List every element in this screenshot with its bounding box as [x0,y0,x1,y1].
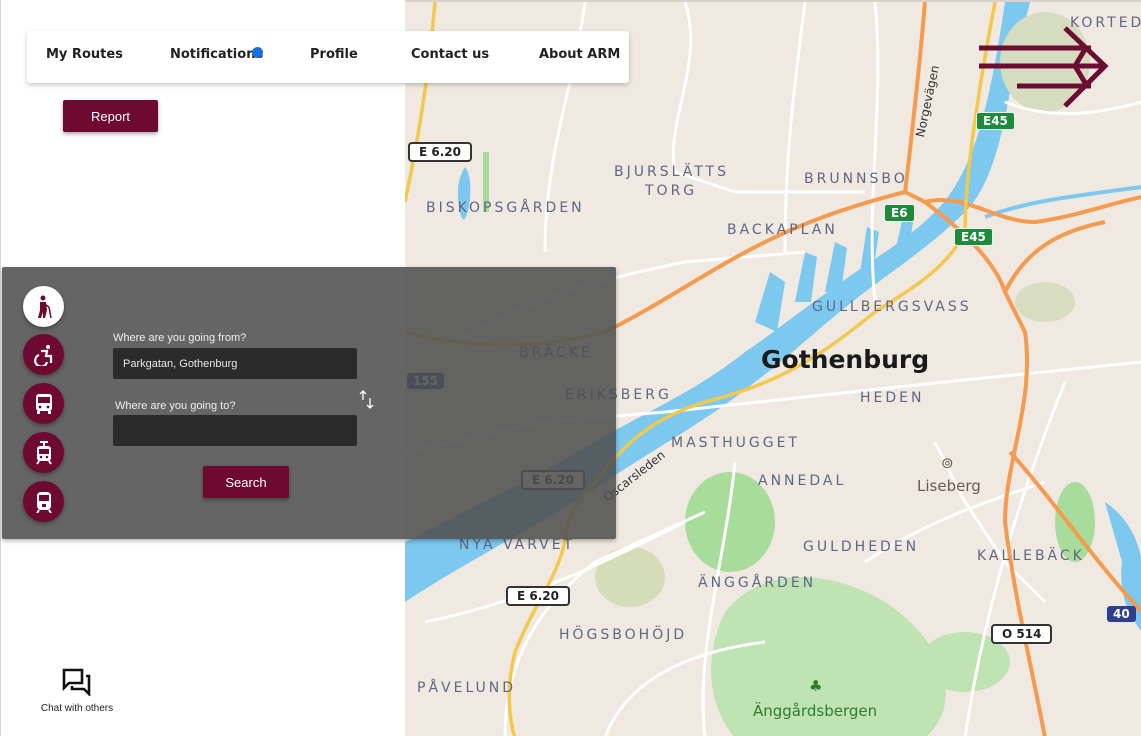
poi-pin-icon[interactable]: ⊚ [941,454,954,472]
app-page: BISKOPSGÅRDEN BJURSLÄTTS TORG BRUNNSBO B… [0,0,1141,736]
nav-contact-us[interactable]: Contact us [411,47,489,62]
mode-bus-button[interactable] [23,383,64,424]
search-button[interactable]: Search [203,466,289,498]
map-label-brunnsbo: BRUNNSBO [804,171,908,187]
from-input[interactable] [113,348,357,379]
poi-anggardsbergen[interactable]: Änggårdsbergen [753,702,877,720]
chat-bubbles-icon [62,668,91,698]
map-label-heden: HEDEN [860,390,925,406]
road-sign-e45: E45 [954,228,993,246]
map-label-nya-varvet: NYA VARVET [459,537,576,553]
nav-my-routes[interactable]: My Routes [46,47,123,62]
to-input[interactable] [113,415,357,446]
map-label-gullbergsvass: GULLBERGSVASS [812,299,972,315]
map-label-bjursletts: BJURSLÄTTS [614,164,729,180]
top-nav: My Routes Notifications Profile Contact … [27,31,629,83]
swap-vertical-icon[interactable] [357,388,377,412]
route-search-panel: Where are you going from? Where are you … [2,267,616,539]
road-sign-e620: E 6.20 [408,142,472,162]
bus-icon [35,393,52,414]
park-area [1015,282,1075,322]
tram-icon [35,440,52,465]
map-label-torg: TORG [645,183,698,199]
map-label-biskopsgarden: BISKOPSGÅRDEN [426,200,585,216]
map-label-annedal: ANNEDAL [758,473,847,489]
elderly-person-icon [37,295,52,318]
nav-profile[interactable]: Profile [310,47,358,62]
chat-with-others-button[interactable]: Chat with others [39,668,115,714]
nav-about-arm[interactable]: About ARM [539,47,620,62]
road-sign-40: 40 [1107,606,1136,622]
notification-dot [252,47,263,58]
map-label-hogsbohojd: HÖGSBOHÖJD [559,627,688,643]
triple-arrow-right-icon[interactable] [977,26,1109,110]
poi-liseberg[interactable]: Liseberg [917,477,981,495]
mode-elderly-button[interactable] [23,286,64,327]
train-icon [35,491,52,513]
mode-tram-button[interactable] [23,432,64,473]
road-sign-e6: E6 [884,204,915,222]
map-label-guldheden: GULDHEDEN [803,539,920,555]
mode-wheelchair-button[interactable] [23,334,64,375]
tree-icon: ♣ [809,677,823,695]
map-label-pavelund: PÅVELUND [417,680,517,696]
from-label: Where are you going from? [113,332,247,344]
chat-label: Chat with others [40,703,114,714]
road-sign-e45: E45 [976,112,1015,130]
report-button[interactable]: Report [63,100,158,132]
nav-notifications[interactable]: Notifications [170,47,263,62]
map-label-backaplan: BACKAPLAN [727,222,838,238]
wheelchair-icon [33,344,52,366]
mode-train-button[interactable] [23,481,64,522]
road-sign-e620: E 6.20 [506,586,570,606]
to-label: Where are you going to? [115,400,236,412]
map-label-anggarden: ÄNGGÅRDEN [698,575,817,591]
map-label-kalleback: KALLEBÄCK [977,548,1085,564]
map-label-masthugget: MASTHUGGET [671,435,800,451]
map-city-label: Gothenburg [761,345,930,374]
road-sign-o514: O 514 [991,624,1053,644]
